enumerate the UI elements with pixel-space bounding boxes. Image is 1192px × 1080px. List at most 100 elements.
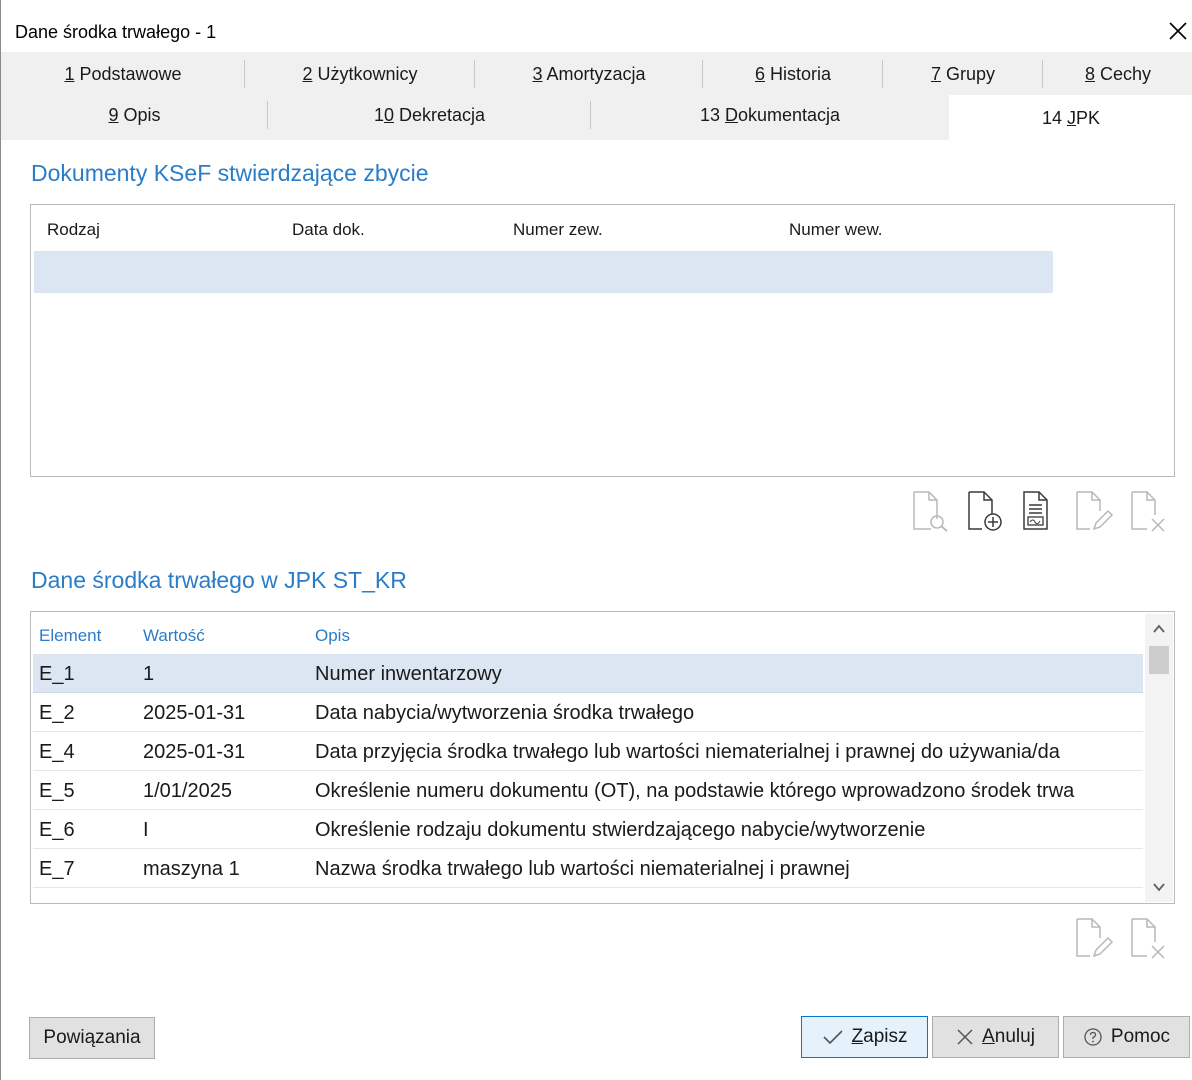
cell-description: Określenie numeru dokumentu (OT), na pod… bbox=[315, 780, 1075, 802]
tab-prefix: 13 bbox=[699, 105, 725, 125]
cancel-button-label: Anuluj bbox=[982, 1026, 1035, 1048]
scroll-thumb[interactable] bbox=[1149, 646, 1169, 674]
tab-opis[interactable]: 9 Opis bbox=[1, 95, 268, 133]
close-button[interactable] bbox=[1163, 16, 1192, 46]
table-row[interactable]: E_4 2025-01-31 Data przyjęcia środka trw… bbox=[33, 732, 1143, 771]
scroll-down-button[interactable] bbox=[1145, 872, 1173, 902]
window-title: Dane środka trwałego - 1 bbox=[15, 22, 217, 42]
tab-mnemonic: 8 bbox=[1084, 64, 1095, 84]
delete-document-button[interactable] bbox=[1129, 489, 1169, 533]
cancel-mnemonic: A bbox=[982, 1026, 995, 1047]
cell-element: E_2 bbox=[39, 702, 75, 724]
cell-element: E_6 bbox=[39, 819, 75, 841]
tab-strip: 1 Podstawowe 2 Użytkownicy 3 Amortyzacja… bbox=[1, 52, 1192, 140]
col-header-data-dok[interactable]: Data dok. bbox=[292, 220, 365, 240]
cell-value: 2025-01-31 bbox=[143, 702, 246, 724]
links-button[interactable]: Powiązania bbox=[29, 1017, 155, 1059]
cell-description: Określenie rodzaju dokumentu stwierdzają… bbox=[315, 819, 926, 841]
tab-dokumentacja[interactable]: 13 Dokumentacja bbox=[591, 95, 949, 133]
tab-label: Amortyzacja bbox=[542, 64, 646, 84]
close-icon bbox=[1169, 22, 1187, 40]
tab-cechy[interactable]: 8 Cechy bbox=[1043, 54, 1192, 92]
close-icon bbox=[957, 1029, 973, 1045]
cell-value: maszyna 1 bbox=[143, 858, 240, 880]
tab-dekretacja[interactable]: 10 Dekretacja bbox=[268, 95, 591, 133]
col-header-numer-zew[interactable]: Numer zew. bbox=[513, 220, 603, 240]
table-row[interactable]: E_6 I Określenie rodzaju dokumentu stwie… bbox=[33, 810, 1143, 849]
tab-prefix: 1 bbox=[373, 105, 384, 125]
cell-value: 1/01/2025 bbox=[143, 780, 232, 802]
tab-label: Dekretacja bbox=[393, 105, 486, 125]
jpk-section-title: Dane środka trwałego w JPK ST_KR bbox=[31, 567, 407, 593]
tab-mnemonic: 9 bbox=[108, 105, 119, 125]
ksef-section-title: Dokumenty KSeF stwierdzające zbycie bbox=[31, 160, 429, 186]
save-button[interactable]: Zapisz bbox=[801, 1016, 928, 1058]
document-details-icon bbox=[1023, 491, 1048, 530]
save-mnemonic: Z bbox=[851, 1026, 864, 1047]
cell-description: Numer inwentarzowy bbox=[315, 663, 502, 685]
tab-label: Historia bbox=[765, 64, 832, 84]
tab-label: Podstawowe bbox=[74, 64, 182, 84]
cell-value: I bbox=[143, 819, 149, 841]
scroll-up-button[interactable] bbox=[1145, 614, 1173, 644]
tab-mnemonic: 1 bbox=[64, 64, 75, 84]
edit-jpk-element-button[interactable] bbox=[1074, 916, 1114, 960]
tab-label: Grupy bbox=[940, 64, 996, 84]
tab-prefix: 14 bbox=[1041, 108, 1067, 128]
col-header-wartosc[interactable]: Wartość bbox=[143, 626, 205, 646]
tab-label: Cechy bbox=[1094, 64, 1152, 84]
col-header-numer-wew[interactable]: Numer wew. bbox=[789, 220, 883, 240]
cancel-label-rest: nuluj bbox=[994, 1026, 1035, 1047]
cell-description: Data nabycia/wytworzenia środka trwałego bbox=[315, 702, 695, 724]
edit-document-button[interactable] bbox=[1074, 489, 1114, 533]
checkmark-icon bbox=[822, 1030, 843, 1045]
col-header-opis[interactable]: Opis bbox=[315, 626, 350, 646]
tab-mnemonic: 7 bbox=[930, 64, 941, 84]
document-delete-icon bbox=[1131, 491, 1165, 532]
tab-label: Opis bbox=[118, 105, 161, 125]
tab-podstawowe[interactable]: 1 Podstawowe bbox=[1, 54, 245, 92]
tab-mnemonic: J bbox=[1067, 108, 1076, 128]
help-button-label: Pomoc bbox=[1110, 1026, 1171, 1047]
cell-description: Data przyjęcia środka trwałego lub warto… bbox=[315, 741, 1060, 763]
links-button-label: Powiązania bbox=[43, 1027, 141, 1048]
jpk-data-grid[interactable]: Element Wartość Opis E_1 1 Numer inwenta… bbox=[30, 611, 1175, 904]
tab-amortyzacja[interactable]: 3 Amortyzacja bbox=[475, 54, 703, 92]
save-button-label: Zapisz bbox=[852, 1026, 908, 1048]
preview-document-button[interactable] bbox=[911, 489, 951, 533]
table-row[interactable]: E_5 1/01/2025 Określenie numeru dokument… bbox=[33, 771, 1143, 810]
chevron-down-icon bbox=[1153, 883, 1165, 892]
tab-label: okumentacja bbox=[737, 105, 841, 125]
ksef-selected-empty-row[interactable] bbox=[34, 251, 1053, 293]
help-button[interactable]: Pomoc bbox=[1063, 1016, 1190, 1058]
dialog-window: Dane środka trwałego - 1 1 Podstawowe 2 … bbox=[0, 0, 1192, 1080]
vertical-scrollbar[interactable] bbox=[1145, 614, 1173, 902]
tab-jpk[interactable]: 14 JPK bbox=[949, 95, 1192, 140]
table-row[interactable]: E_2 2025-01-31 Data nabycia/wytworzenia … bbox=[33, 693, 1143, 732]
tab-label: Użytkownicy bbox=[312, 64, 418, 84]
chevron-up-icon bbox=[1153, 624, 1165, 633]
document-delete-icon bbox=[1131, 918, 1165, 959]
cell-element: E_4 bbox=[39, 741, 75, 763]
tab-mnemonic: 2 bbox=[302, 64, 313, 84]
cell-element: E_7 bbox=[39, 858, 75, 880]
save-label-rest: apisz bbox=[863, 1026, 908, 1047]
col-header-element[interactable]: Element bbox=[39, 626, 101, 646]
table-row[interactable]: E_7 maszyna 1 Nazwa środka trwałego lub … bbox=[33, 849, 1143, 888]
help-icon bbox=[1084, 1028, 1102, 1046]
tab-uzytkownicy[interactable]: 2 Użytkownicy bbox=[245, 54, 475, 92]
tab-mnemonic: 6 bbox=[754, 64, 765, 84]
col-header-rodzaj[interactable]: Rodzaj bbox=[47, 220, 100, 240]
cancel-button[interactable]: Anuluj bbox=[932, 1016, 1059, 1058]
delete-jpk-element-button[interactable] bbox=[1129, 916, 1169, 960]
tab-grupy[interactable]: 7 Grupy bbox=[883, 54, 1043, 92]
cell-element: E_1 bbox=[39, 663, 75, 685]
tab-historia[interactable]: 6 Historia bbox=[703, 54, 883, 92]
tab-mnemonic: 3 bbox=[532, 64, 543, 84]
add-document-button[interactable] bbox=[966, 489, 1006, 533]
title-bar: Dane środka trwałego - 1 bbox=[1, 10, 1192, 52]
cell-description: Nazwa środka trwałego lub wartości niema… bbox=[315, 858, 850, 880]
document-details-button[interactable] bbox=[1021, 489, 1061, 533]
table-row[interactable]: E_1 1 Numer inwentarzowy bbox=[33, 654, 1143, 693]
ksef-documents-grid[interactable]: Rodzaj Data dok. Numer zew. Numer wew. bbox=[30, 204, 1175, 477]
